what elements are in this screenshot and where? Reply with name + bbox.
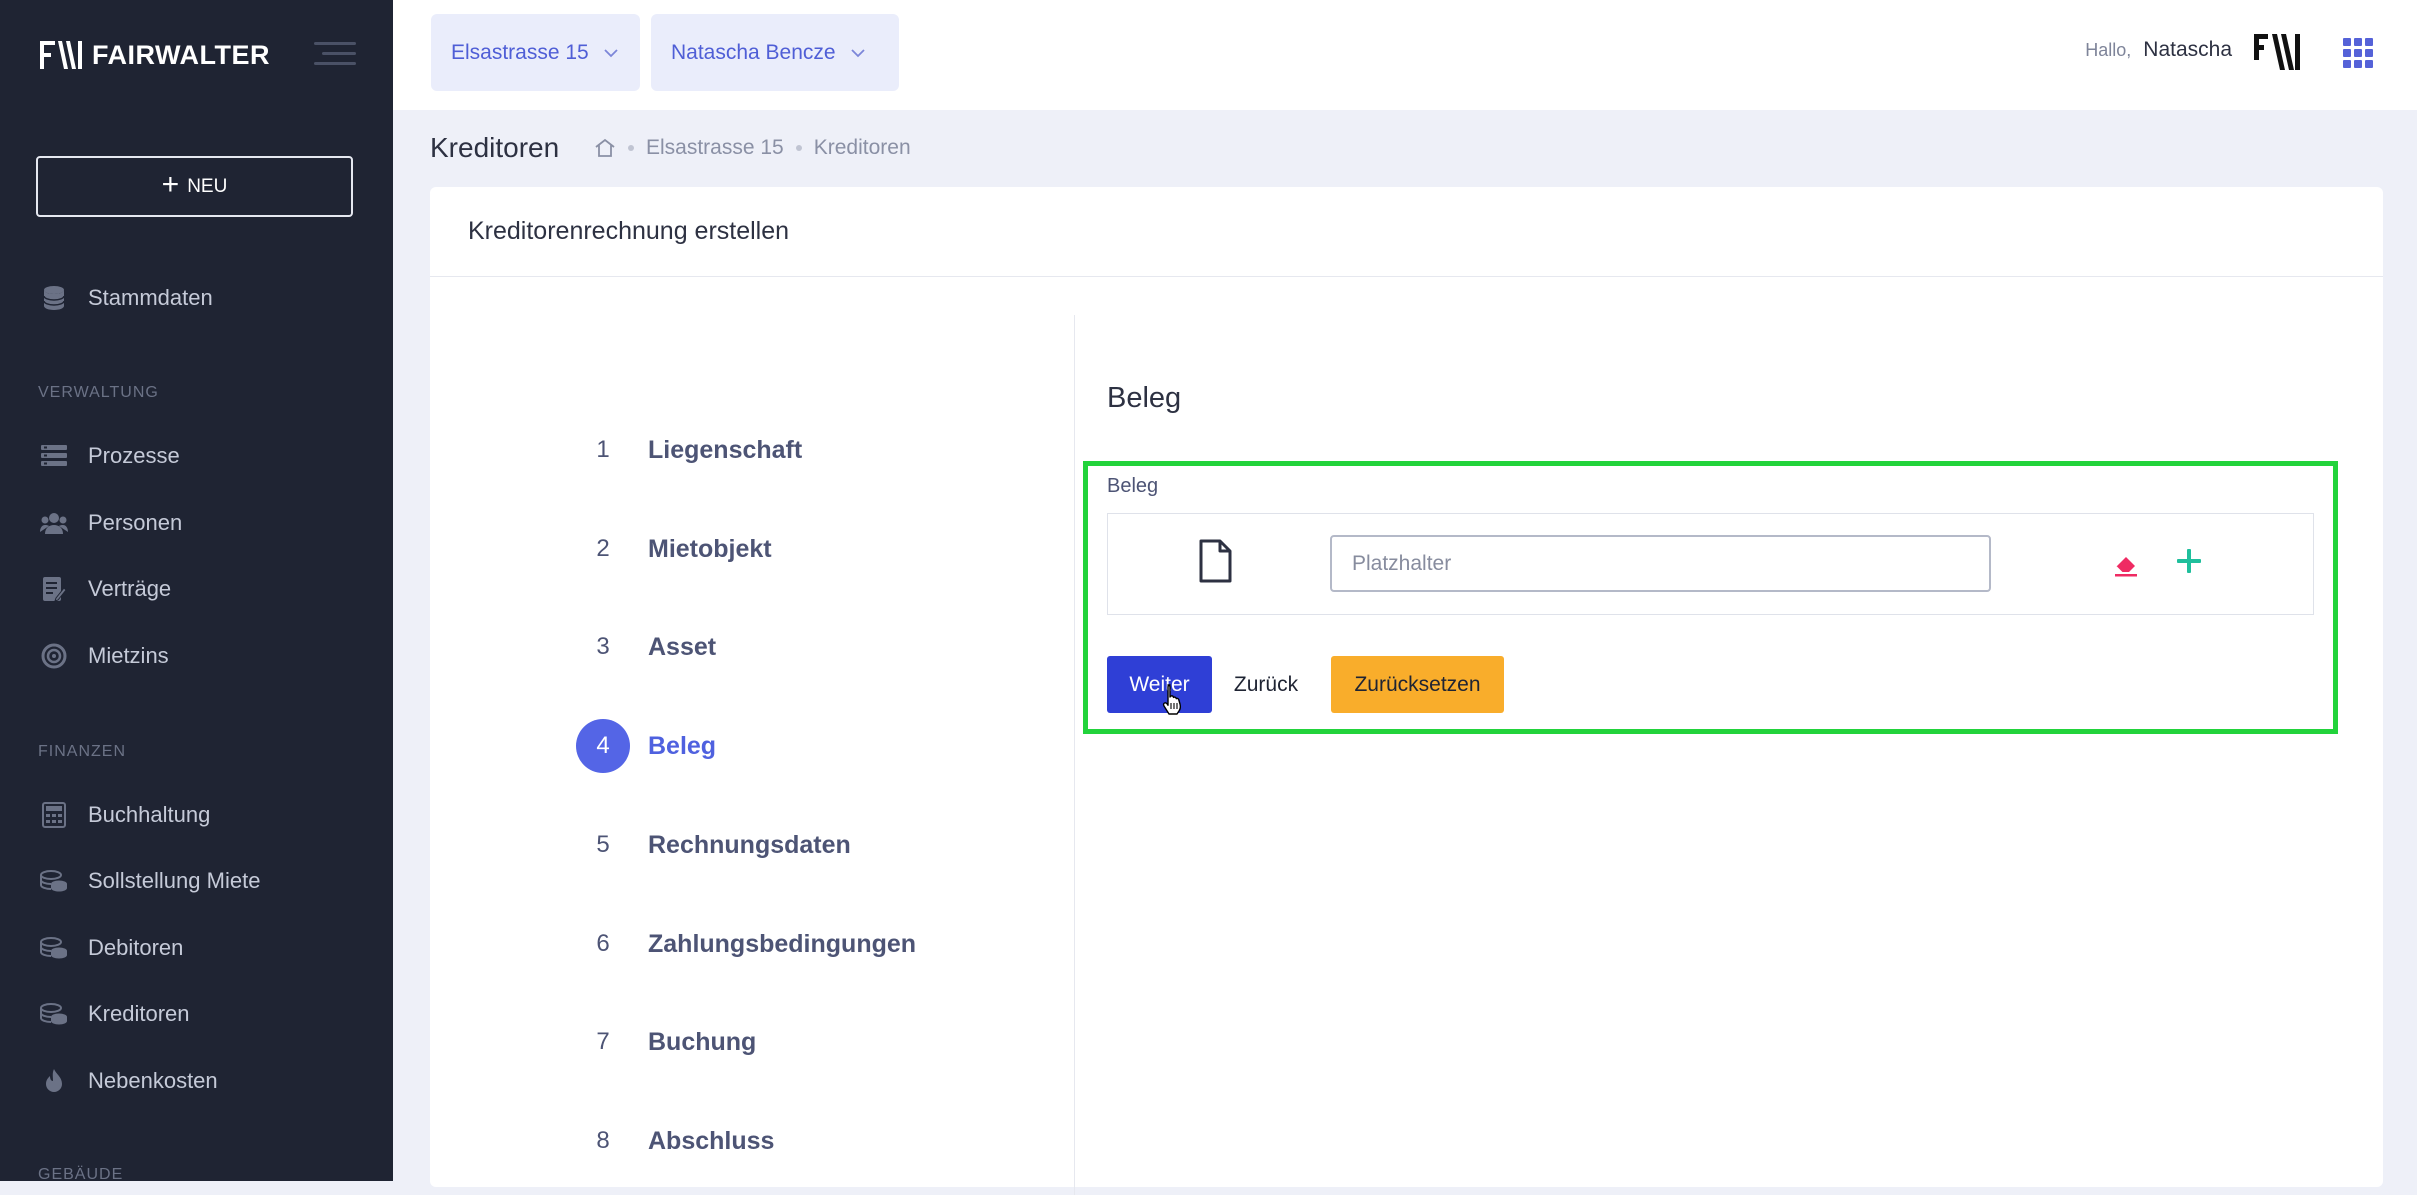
- step-rechnungsdaten[interactable]: 5 Rechnungsdaten: [576, 819, 851, 871]
- eraser-icon[interactable]: [2112, 550, 2140, 578]
- section-title: Beleg: [1107, 382, 1182, 414]
- page-title: Kreditoren: [430, 132, 560, 163]
- section-gebaeude: GEBÄUDE: [38, 1166, 124, 1181]
- step-beleg[interactable]: 4 Beleg: [576, 719, 717, 773]
- breadcrumb-separator: [795, 145, 802, 151]
- greeting-text: Hallo,: [2085, 40, 2132, 60]
- sidebar-item-label: Mietzins: [88, 643, 169, 668]
- beleg-field-label: Beleg: [1107, 475, 1159, 497]
- step-asset[interactable]: 3 Asset: [576, 621, 716, 673]
- sidebar-item-stammdaten[interactable]: Stammdaten: [40, 278, 370, 318]
- plus-icon: +: [161, 168, 180, 201]
- sidebar-item-label: Kreditoren: [88, 1001, 190, 1026]
- sidebar-item-personen[interactable]: Personen: [40, 503, 370, 543]
- calculator-icon: [40, 801, 68, 829]
- step-zahlungsbedingungen[interactable]: 6 Zahlungsbedingungen: [576, 918, 916, 970]
- sidebar-item-label: Prozesse: [88, 443, 180, 468]
- chevron-down-icon: [604, 48, 618, 57]
- sidebar-item-label: Debitoren: [88, 935, 184, 960]
- coins-icon: [40, 867, 68, 895]
- new-button[interactable]: + NEU: [36, 156, 353, 217]
- sidebar-item-debitoren[interactable]: Debitoren: [40, 928, 370, 968]
- step-number: 3: [596, 633, 610, 660]
- sidebar-item-prozesse[interactable]: Prozesse: [40, 436, 370, 476]
- user-name: Natascha: [2143, 38, 2232, 61]
- reset-button[interactable]: Zurücksetzen: [1331, 656, 1504, 713]
- step-label: Mietobjekt: [648, 534, 772, 563]
- menu-toggle-icon[interactable]: [314, 40, 356, 68]
- step-abschluss[interactable]: 8 Abschluss: [576, 1115, 774, 1167]
- sidebar-item-kreditoren[interactable]: Kreditoren: [40, 994, 370, 1034]
- section-finanzen: FINANZEN: [38, 743, 126, 760]
- sidebar-item-vertraege[interactable]: Verträge: [40, 569, 370, 609]
- sidebar-item-buchhaltung[interactable]: Buchhaltung: [40, 795, 370, 835]
- app-logo[interactable]: FAIRWALTER: [40, 38, 270, 72]
- person-dropdown-label: Natascha Bencze: [671, 40, 836, 64]
- step-number: 2: [596, 535, 610, 562]
- coins-icon: [40, 934, 68, 962]
- main-card: Kreditorenrechnung erstellen 1 Liegensch…: [430, 187, 2383, 1195]
- sidebar: FAIRWALTER + NEU Stammdaten VERWALTUNG P…: [0, 0, 393, 1181]
- step-label: Rechnungsdaten: [648, 830, 851, 859]
- process-icon: [40, 442, 68, 470]
- vertical-divider: [1074, 315, 1075, 1195]
- step-number: 7: [596, 1028, 610, 1055]
- step-label: Liegenschaft: [648, 435, 803, 464]
- step-label: Beleg: [648, 731, 717, 760]
- breadcrumb-item[interactable]: Kreditoren: [814, 136, 911, 160]
- sidebar-item-label: Sollstellung Miete: [88, 868, 261, 893]
- add-icon[interactable]: [2174, 546, 2204, 576]
- new-button-label: NEU: [187, 175, 228, 197]
- chevron-down-icon: [850, 48, 865, 57]
- step-buchung[interactable]: 7 Buchung: [576, 1016, 756, 1068]
- fairwalter-logo-icon: [40, 41, 82, 69]
- back-button[interactable]: Zurück: [1226, 656, 1306, 713]
- card-header: Kreditorenrechnung erstellen: [430, 187, 2383, 277]
- hand-cursor-icon: [1162, 684, 1182, 715]
- person-dropdown[interactable]: Natascha Bencze: [651, 14, 899, 91]
- step-liegenschaft[interactable]: 1 Liegenschaft: [576, 424, 802, 476]
- step-label: Buchung: [648, 1027, 757, 1056]
- step-mietobjekt[interactable]: 2 Mietobjekt: [576, 523, 772, 575]
- home-icon[interactable]: [594, 138, 616, 158]
- breadcrumb: Elsastrasse 15 Kreditoren: [594, 136, 911, 160]
- breadcrumb-separator: [628, 145, 634, 151]
- step-label: Asset: [648, 632, 717, 661]
- document-icon[interactable]: [1198, 539, 1232, 583]
- rent-icon: [40, 642, 68, 670]
- contract-icon: [40, 575, 68, 603]
- user-greeting[interactable]: Hallo, Natascha: [2085, 38, 2232, 62]
- sidebar-item-label: Personen: [88, 510, 183, 535]
- user-avatar-logo-icon[interactable]: [2254, 30, 2302, 74]
- step-number: 1: [596, 436, 610, 463]
- apps-grid-icon[interactable]: [2343, 38, 2373, 68]
- coins-icon: [40, 1000, 68, 1028]
- step-number: 4: [576, 719, 630, 773]
- property-dropdown[interactable]: Elsastrasse 15: [431, 14, 640, 91]
- top-header: Elsastrasse 15 Natascha Bencze Hallo, Na…: [393, 0, 2417, 110]
- beleg-upload-row: [1107, 513, 2314, 615]
- step-number: 6: [596, 930, 610, 957]
- next-button[interactable]: Weiter: [1107, 656, 1212, 713]
- sidebar-item-sollstellung-miete[interactable]: Sollstellung Miete: [40, 861, 370, 901]
- sidebar-item-label: Verträge: [88, 576, 172, 601]
- step-number: 8: [596, 1127, 610, 1154]
- sidebar-item-nebenkosten[interactable]: Nebenkosten: [40, 1061, 370, 1101]
- people-icon: [40, 509, 68, 537]
- property-dropdown-label: Elsastrasse 15: [451, 40, 589, 64]
- sidebar-item-label: Buchhaltung: [88, 802, 211, 827]
- flame-icon: [40, 1067, 68, 1095]
- section-verwaltung: VERWALTUNG: [38, 384, 159, 401]
- sidebar-item-label: Nebenkosten: [88, 1068, 218, 1093]
- beleg-file-input[interactable]: [1330, 535, 1991, 592]
- sidebar-item-label: Stammdaten: [88, 285, 213, 310]
- database-icon: [40, 284, 68, 312]
- breadcrumb-item[interactable]: Elsastrasse 15: [646, 136, 784, 160]
- card-title: Kreditorenrechnung erstellen: [468, 217, 790, 245]
- step-label: Abschluss: [648, 1126, 775, 1155]
- step-label: Zahlungsbedingungen: [648, 929, 917, 958]
- sidebar-item-mietzins[interactable]: Mietzins: [40, 636, 370, 676]
- step-number: 5: [596, 831, 610, 858]
- logo-text: FAIRWALTER: [92, 39, 270, 70]
